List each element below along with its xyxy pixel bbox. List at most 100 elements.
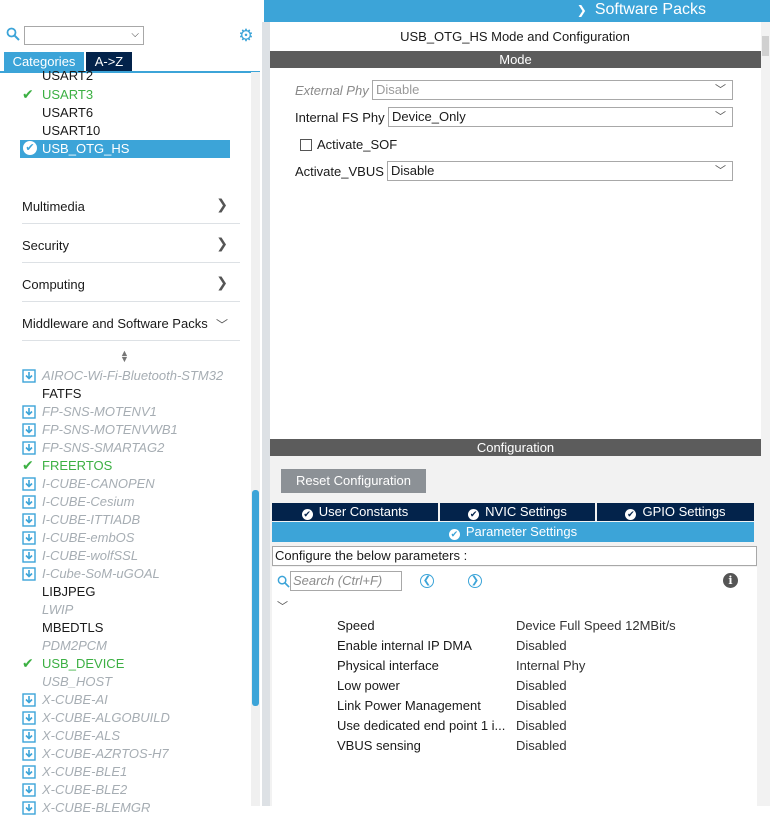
sidebar-item-fp-sns-motenvwb1[interactable]: FP-SNS-MOTENVWB1 (42, 421, 178, 439)
sidebar-item-usb-otg-hs[interactable]: ✔ USB_OTG_HS (20, 140, 230, 158)
parameter-value[interactable]: Disabled (516, 718, 567, 733)
chevron-down-icon: ﹀ (715, 84, 726, 96)
chevron-right-icon: ❯ (216, 235, 228, 251)
tab-gpio-settings[interactable]: ✔ GPIO Settings (597, 503, 754, 521)
download-icon (22, 495, 36, 509)
category-label: Security (22, 238, 69, 253)
sidebar-item-usart2[interactable]: USART2 (42, 69, 93, 81)
sidebar-item-pdm2pcm[interactable]: PDM2PCM (42, 637, 107, 655)
category-search-input[interactable]: ⌵ (24, 26, 144, 45)
sidebar-item-label: X-CUBE-BLE1 (42, 764, 128, 779)
sidebar-item-label: USB_HOST (42, 674, 113, 689)
sidebar-item-i-cube-wolfssl[interactable]: I-CUBE-wolfSSL (42, 547, 138, 565)
internal-fs-phy-select[interactable]: Device_Only ﹀ (388, 107, 733, 127)
parameter-value[interactable]: Internal Phy (516, 658, 585, 673)
download-icon (22, 729, 36, 743)
parameter-value[interactable]: Disabled (516, 738, 567, 753)
download-icon (22, 567, 36, 581)
sidebar-item-i-cube-som-ugoal[interactable]: I-Cube-SoM-uGOAL (42, 565, 160, 583)
reset-configuration-button[interactable]: Reset Configuration (281, 469, 426, 493)
sidebar-item-x-cube-algobuild[interactable]: X-CUBE-ALGOBUILD (42, 709, 170, 727)
download-icon (22, 513, 36, 527)
sidebar-item-label: I-CUBE-embOS (42, 530, 135, 545)
tab-label: GPIO Settings (642, 504, 726, 519)
tab-nvic-settings[interactable]: ✔ NVIC Settings (440, 503, 595, 521)
sidebar-item-fp-sns-motenv1[interactable]: FP-SNS-MOTENV1 (42, 403, 157, 421)
parameter-value[interactable]: Device Full Speed 12MBit/s (516, 618, 676, 633)
right-scrollbar-track[interactable] (761, 22, 770, 806)
category-computing[interactable]: Computing ❯ (22, 263, 240, 302)
activate-vbus-select[interactable]: Disable ﹀ (387, 161, 733, 181)
category-security[interactable]: Security ❯ (22, 224, 240, 263)
sidebar-item-i-cube-embos[interactable]: I-CUBE-embOS (42, 529, 134, 547)
download-icon (22, 711, 36, 725)
activate-sof-checkbox[interactable] (300, 139, 312, 151)
download-icon (22, 765, 36, 779)
check-circle-icon: ✔ (23, 141, 37, 155)
sidebar-item-x-cube-ble2[interactable]: X-CUBE-BLE2 (42, 781, 127, 799)
external-phy-value: Disable (376, 82, 420, 97)
parameter-search-input[interactable]: Search (Ctrl+F) (290, 571, 402, 591)
sidebar-item-x-cube-ai[interactable]: X-CUBE-AI (42, 691, 108, 709)
gear-icon[interactable]: ⚙ (237, 27, 255, 45)
sidebar-item-mbedtls[interactable]: MBEDTLS (42, 619, 103, 637)
sidebar-item-x-cube-blemgr[interactable]: X-CUBE-BLEMGR (42, 799, 150, 817)
sidebar-item-usart3[interactable]: USART3 (42, 86, 93, 104)
panel-divider[interactable] (262, 22, 270, 806)
sidebar-item-label: FP-SNS-SMARTAG2 (42, 440, 165, 455)
category-multimedia[interactable]: Multimedia ❯ (22, 185, 240, 224)
download-icon (22, 747, 36, 761)
sidebar-item-label: FP-SNS-MOTENV1 (42, 404, 157, 419)
sidebar-item-libjpeg[interactable]: LIBJPEG (42, 583, 95, 601)
parameter-name: Use dedicated end point 1 i... (337, 718, 506, 733)
category-middleware[interactable]: Middleware and Software Packs ﹀ (22, 302, 240, 341)
search-icon[interactable] (6, 27, 20, 41)
sidebar-item-x-cube-als[interactable]: X-CUBE-ALS (42, 727, 120, 745)
sidebar-item-x-cube-azrtos-h7[interactable]: X-CUBE-AZRTOS-H7 (42, 745, 169, 763)
parameter-name: Low power (337, 678, 400, 693)
chevron-down-icon: ﹀ (715, 111, 726, 123)
activate-sof-label: Activate_SOF (317, 137, 398, 152)
download-icon (22, 531, 36, 545)
sidebar-item-i-cube-canopen[interactable]: I-CUBE-CANOPEN (42, 475, 155, 493)
sidebar-item-label: I-CUBE-CANOPEN (42, 476, 155, 491)
sidebar-item-freertos[interactable]: FREERTOS (42, 457, 112, 475)
sidebar-item-label: X-CUBE-ALGOBUILD (42, 710, 170, 725)
sidebar-item-label: USART6 (42, 105, 94, 120)
sidebar-item-usart6[interactable]: USART6 (42, 104, 93, 122)
search-icon[interactable] (277, 575, 290, 588)
check-circle-icon: ✔ (625, 509, 637, 520)
activate-vbus-label: Activate_VBUS (295, 164, 384, 179)
parameter-value[interactable]: Disabled (516, 678, 567, 693)
activate-vbus-value: Disable (391, 163, 435, 178)
check-icon: ✔ (22, 655, 34, 671)
download-icon (22, 405, 36, 419)
right-scrollbar-thumb[interactable] (762, 36, 769, 56)
mode-header: Mode (270, 51, 761, 68)
software-packs-menu[interactable]: ❯ Software Packs (577, 0, 706, 22)
download-icon (22, 477, 36, 491)
tab-user-constants[interactable]: ✔ User Constants (272, 503, 438, 521)
sidebar-item-usart10[interactable]: USART10 (42, 122, 100, 140)
sidebar-item-airoc-wi-fi-bluetooth-stm32[interactable]: AIROC-Wi-Fi-Bluetooth-STM32 (42, 367, 223, 385)
sidebar-item-fatfs[interactable]: FATFS (42, 385, 81, 403)
parameter-value[interactable]: Disabled (516, 698, 567, 713)
parameter-value[interactable]: Disabled (516, 638, 567, 653)
sidebar-item-label: X-CUBE-BLEMGR (42, 800, 151, 815)
next-icon[interactable]: ❯ (468, 574, 482, 588)
info-icon[interactable]: i (723, 573, 738, 588)
previous-icon[interactable]: ❮ (420, 574, 434, 588)
sort-icon[interactable]: ▲ ▼ (120, 349, 129, 364)
sidebar-item-i-cube-cesium[interactable]: I-CUBE-Cesium (42, 493, 134, 511)
left-scrollbar-thumb[interactable] (252, 490, 259, 706)
sidebar-item-fp-sns-smartag2[interactable]: FP-SNS-SMARTAG2 (42, 439, 164, 457)
chevron-down-icon[interactable]: ﹀ (277, 598, 288, 614)
sidebar-item-lwip[interactable]: LWIP (42, 601, 73, 619)
sidebar-item-usb-device[interactable]: USB_DEVICE (42, 655, 124, 673)
top-bar: ❯ Software Packs (264, 0, 770, 22)
tab-label: User Constants (318, 504, 409, 519)
tab-parameter-settings[interactable]: ✔ Parameter Settings (272, 522, 754, 542)
sidebar-item-x-cube-ble1[interactable]: X-CUBE-BLE1 (42, 763, 127, 781)
sidebar-item-i-cube-ittiadb[interactable]: I-CUBE-ITTIADB (42, 511, 140, 529)
sidebar-item-usb-host[interactable]: USB_HOST (42, 673, 112, 691)
